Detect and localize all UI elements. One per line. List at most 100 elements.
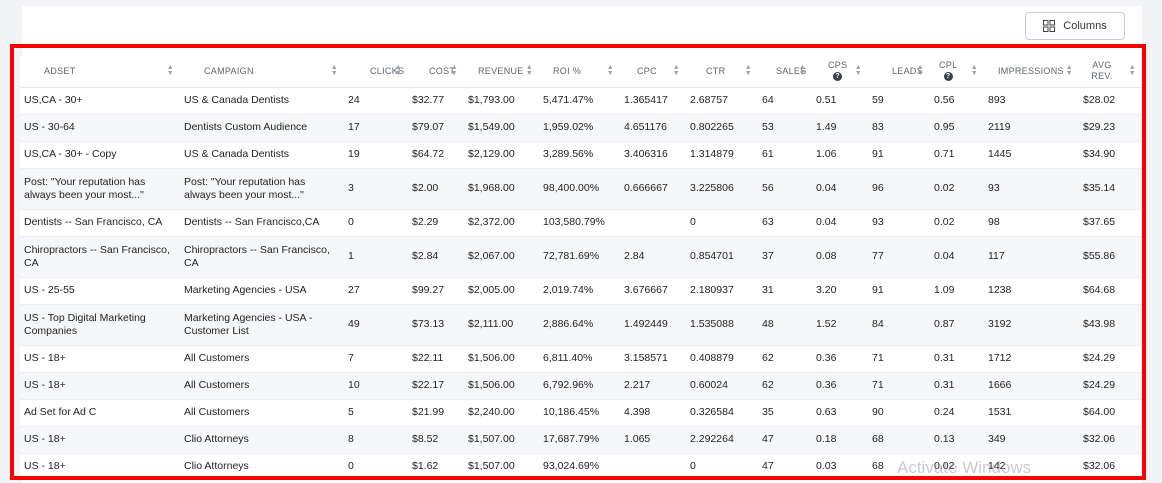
table-row[interactable]: US - 18+ Clio Attorneys 8 $8.52 $1,507.00 17,… <box>20 426 1142 454</box>
cell-roi: 17,687.79% <box>539 426 620 454</box>
table-row[interactable]: US - 25-55 Marketing Agencies - USA 27 $99.… <box>20 277 1142 305</box>
cell-sales: 56 <box>758 168 812 210</box>
sort-icon: ▲ ▼ <box>1065 63 1073 77</box>
cell-ctr: 2.68757 <box>686 87 758 115</box>
cell-cpl: 0.04 <box>930 236 984 278</box>
cell-impressions: 1445 <box>984 141 1079 169</box>
table-row[interactable]: Ad Set for Ad C All Customers 5 $21.99 $2,24… <box>20 399 1142 427</box>
cell-campaign: Clio Attorneys <box>180 426 344 454</box>
cell-clicks: 5 <box>344 399 408 427</box>
col-header-cps[interactable]: CPS? ▲ ▼ <box>812 55 868 88</box>
cell-adset: US - 30-64 <box>20 114 180 142</box>
table-row[interactable]: Chiropractors -- San Francisco, CA Chirop… <box>20 236 1142 278</box>
cell-ctr: 2.292264 <box>686 426 758 454</box>
col-header-impressions[interactable]: IMPRESSIONS ▲ ▼ <box>984 55 1079 88</box>
cell-roi: 98,400.00% <box>539 168 620 210</box>
cell-impressions: 98 <box>984 209 1079 237</box>
cell-impressions: 1712 <box>984 345 1079 373</box>
cell-roi: 2,019.74% <box>539 277 620 305</box>
cell-cpl: 1.09 <box>930 277 984 305</box>
cell-ctr: 0.854701 <box>686 236 758 278</box>
cell-cpl: 0.71 <box>930 141 984 169</box>
col-header-revenue[interactable]: REVENUE ▲ ▼ <box>464 55 539 88</box>
col-header-cpl[interactable]: CPL? ▲ ▼ <box>930 55 984 88</box>
columns-button[interactable]: Columns <box>1025 12 1125 40</box>
cell-sales: 61 <box>758 141 812 169</box>
cell-avg-rev: $29.23 <box>1079 114 1142 142</box>
cell-campaign: Marketing Agencies - USA <box>180 277 344 305</box>
cell-cps: 3.20 <box>812 277 868 305</box>
cell-impressions: 117 <box>984 236 1079 278</box>
cell-clicks: 49 <box>344 304 408 346</box>
cell-avg-rev: $28.02 <box>1079 87 1142 115</box>
cell-sales: 47 <box>758 453 812 475</box>
cell-adset: US - Top Digital Marketing Companies <box>20 304 180 346</box>
cell-sales: 53 <box>758 114 812 142</box>
cell-cost: $21.99 <box>408 399 464 427</box>
cell-cps: 1.06 <box>812 141 868 169</box>
cell-avg-rev: $64.00 <box>1079 399 1142 427</box>
cell-cpl: 0.02 <box>930 209 984 237</box>
cell-revenue: $1,506.00 <box>464 372 539 400</box>
cell-avg-rev: $64.68 <box>1079 277 1142 305</box>
adset-table-container: ADSET ▲ ▼ CAMPAIGN ▲ ▼ CLICKS ▲ ▼ COST ▲ ▼ REVEN… <box>20 55 1142 475</box>
cell-adset: US - 18+ <box>20 345 180 373</box>
table-row[interactable]: US - 18+ All Customers 10 $22.17 $1,506.00 6,… <box>20 372 1142 400</box>
cell-cost: $79.07 <box>408 114 464 142</box>
table-row[interactable]: Post: "Your reputation has always been y… <box>20 168 1142 210</box>
cell-cps: 0.04 <box>812 209 868 237</box>
table-row[interactable]: US - 30-64 Dentists Custom Audience 17 $79.… <box>20 114 1142 142</box>
cell-cost: $22.17 <box>408 372 464 400</box>
cps-help-icon[interactable]: ? <box>833 72 843 82</box>
sort-icon: ▲ ▼ <box>330 63 338 77</box>
table-row[interactable]: US,CA - 30+ - Copy US & Canada Dentists 19… <box>20 141 1142 169</box>
table-row[interactable]: Dentists -- San Francisco, CA Dentists --… <box>20 209 1142 237</box>
col-header-avg-rev[interactable]: AVG REV. ▲ ▼ <box>1079 55 1142 88</box>
cell-adset: US,CA - 30+ - Copy <box>20 141 180 169</box>
cell-clicks: 8 <box>344 426 408 454</box>
col-header-cpc[interactable]: CPC ▲ ▼ <box>620 55 686 88</box>
cell-sales: 64 <box>758 87 812 115</box>
cell-campaign: Post: "Your reputation has always been y… <box>180 168 344 210</box>
col-header-sales[interactable]: SALES ▲ ▼ <box>758 55 812 88</box>
table-row[interactable]: US,CA - 30+ US & Canada Dentists 24 $32.77 $… <box>20 87 1142 115</box>
cell-sales: 48 <box>758 304 812 346</box>
cpl-help-icon[interactable]: ? <box>943 72 953 82</box>
cell-cps: 0.36 <box>812 372 868 400</box>
columns-grid-icon <box>1043 20 1056 32</box>
cell-cost: $2.84 <box>408 236 464 278</box>
col-header-cost[interactable]: COST ▲ ▼ <box>408 55 464 88</box>
cell-cost: $2.00 <box>408 168 464 210</box>
cell-revenue: $1,968.00 <box>464 168 539 210</box>
cell-adset: Chiropractors -- San Francisco, CA <box>20 236 180 278</box>
cell-cps: 1.49 <box>812 114 868 142</box>
sort-icon: ▲ ▼ <box>916 63 924 77</box>
cell-cpc: 1.492449 <box>620 304 686 346</box>
cell-adset: Dentists -- San Francisco, CA <box>20 209 180 237</box>
cell-ctr: 2.180937 <box>686 277 758 305</box>
cell-roi: 93,024.69% <box>539 453 620 475</box>
cell-sales: 35 <box>758 399 812 427</box>
cell-sales: 62 <box>758 345 812 373</box>
col-header-adset[interactable]: ADSET ▲ ▼ <box>20 55 180 88</box>
col-header-leads[interactable]: LEADS ▲ ▼ <box>868 55 930 88</box>
cell-cpc: 4.651176 <box>620 114 686 142</box>
col-header-roi[interactable]: ROI % ▲ ▼ <box>539 55 620 88</box>
cell-sales: 37 <box>758 236 812 278</box>
table-row[interactable]: US - 18+ All Customers 7 $22.11 $1,506.00 6,8… <box>20 345 1142 373</box>
cell-revenue: $1,507.00 <box>464 426 539 454</box>
cell-cpc: 2.217 <box>620 372 686 400</box>
sort-icon: ▲ ▼ <box>744 63 752 77</box>
cell-adset: US - 18+ <box>20 453 180 475</box>
table-row[interactable]: US - Top Digital Marketing Companies Mark… <box>20 304 1142 346</box>
sort-icon: ▲ ▼ <box>166 63 174 77</box>
col-header-clicks[interactable]: CLICKS ▲ ▼ <box>344 55 408 88</box>
cell-campaign: Chiropractors -- San Francisco, CA <box>180 236 344 278</box>
cell-avg-rev: $32.06 <box>1079 453 1142 475</box>
cell-campaign: Clio Attorneys <box>180 453 344 475</box>
cell-impressions: 1238 <box>984 277 1079 305</box>
cell-ctr: 0.326584 <box>686 399 758 427</box>
col-header-campaign[interactable]: CAMPAIGN ▲ ▼ <box>180 55 344 88</box>
col-header-ctr[interactable]: CTR ▲ ▼ <box>686 55 758 88</box>
cell-roi: 6,811.40% <box>539 345 620 373</box>
